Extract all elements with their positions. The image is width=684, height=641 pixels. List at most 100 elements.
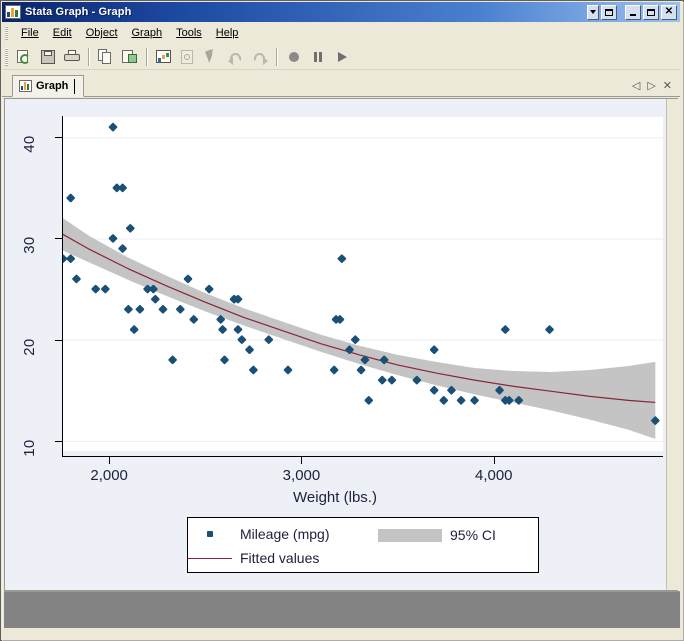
save-graph-button[interactable] xyxy=(37,46,59,68)
redo-button[interactable] xyxy=(249,46,271,68)
save-as-picture-icon xyxy=(122,49,138,65)
title-bar[interactable]: Stata Graph - Graph ✕ xyxy=(2,2,680,22)
toolbar-separator-3 xyxy=(276,47,278,66)
scatter-point xyxy=(66,254,75,263)
scatter-point xyxy=(504,396,514,405)
scatter-point xyxy=(345,345,354,355)
tab-close-icon[interactable]: ✕ xyxy=(663,81,672,92)
scatter-point xyxy=(264,335,274,344)
legend-label-ci: 95% CI xyxy=(450,527,496,543)
pause-button[interactable] xyxy=(307,46,329,68)
menu-item-object[interactable]: Object xyxy=(79,25,125,41)
scatter-point xyxy=(189,315,199,324)
legend-entry-mileage: Mileage (mpg) xyxy=(188,526,329,542)
scatter-point xyxy=(501,325,510,334)
scatter-point xyxy=(126,224,135,233)
pointer-tool-button[interactable] xyxy=(201,46,223,68)
menu-item-file[interactable]: File xyxy=(14,25,46,41)
graph-canvas[interactable]: 102030402,0003,0004,0005,000 Weight (lbs… xyxy=(4,98,678,591)
scatter-point xyxy=(470,396,479,405)
legend-label-fitted: Fitted values xyxy=(240,550,320,566)
stata-bar-chart-icon xyxy=(5,5,21,19)
grid-edit-icon xyxy=(180,49,196,65)
print-graph-button[interactable] xyxy=(61,46,83,68)
graph-surface: 102030402,0003,0004,0005,000 Weight (lbs… xyxy=(5,99,678,590)
scatter-point xyxy=(439,396,449,405)
pointer-tool-icon xyxy=(204,49,220,65)
y-axis-tick xyxy=(55,440,62,442)
menu-item-edit[interactable]: Edit xyxy=(46,25,79,41)
scatter-point xyxy=(456,396,466,405)
maximize-button[interactable] xyxy=(643,4,659,20)
tab-graph[interactable]: Graph xyxy=(12,75,85,97)
scatter-point xyxy=(91,284,100,294)
minimize-button[interactable] xyxy=(625,4,641,20)
scatter-point xyxy=(495,385,504,395)
start-graph-editor-button[interactable] xyxy=(153,46,175,68)
redo-icon xyxy=(252,49,268,65)
legend-marker-key xyxy=(188,531,232,537)
open-graph-icon xyxy=(16,49,32,65)
undo-button[interactable] xyxy=(225,46,247,68)
scatter-point xyxy=(158,305,168,314)
status-bar xyxy=(2,628,680,638)
play-button[interactable] xyxy=(331,46,353,68)
y-axis-tick-label: 40 xyxy=(20,135,38,154)
x-axis-tick-label: 4,000 xyxy=(474,467,513,484)
y-axis-tick-label: 20 xyxy=(20,338,38,356)
close-icon: ✕ xyxy=(664,6,674,17)
graph-tab-icon xyxy=(19,80,32,92)
menu-bar: File Edit Object Graph Tools Help xyxy=(2,23,680,43)
menu-tools-label: Tools xyxy=(176,27,202,39)
record-icon xyxy=(286,49,302,65)
window-controls: ✕ xyxy=(587,4,680,20)
scatter-point xyxy=(135,305,145,314)
scatter-point xyxy=(379,355,389,365)
plot-area xyxy=(63,117,663,451)
menu-item-graph[interactable]: Graph xyxy=(125,25,170,41)
x-axis-tick-label: 2,000 xyxy=(90,467,128,484)
chevron-down-icon xyxy=(590,10,596,14)
undo-icon xyxy=(228,49,244,65)
legend-entry-ci: 95% CI xyxy=(378,527,496,543)
x-axis-tick xyxy=(109,457,111,464)
y-axis-tick xyxy=(55,339,62,341)
menu-object-label: Object xyxy=(85,27,118,39)
open-graph-button[interactable] xyxy=(13,46,35,68)
tab-next-icon[interactable]: ▷ xyxy=(647,81,655,92)
scatter-point xyxy=(176,305,185,314)
close-button[interactable]: ✕ xyxy=(661,4,677,20)
play-icon xyxy=(334,49,350,65)
scatter-point xyxy=(249,365,258,375)
scatter-point xyxy=(118,244,127,253)
scatter-point xyxy=(245,345,254,355)
scatter-point xyxy=(377,375,387,385)
scatter-point xyxy=(356,365,366,375)
grid-edit-button[interactable] xyxy=(177,46,199,68)
scatter-point xyxy=(218,325,227,334)
menu-file-label: File xyxy=(21,27,39,39)
tab-navigation: ◁ ▷ ✕ xyxy=(632,81,680,96)
restore-window-button[interactable] xyxy=(601,4,617,20)
scatter-point xyxy=(183,274,193,284)
tab-prev-icon[interactable]: ◁ xyxy=(632,81,640,92)
scatter-point xyxy=(364,396,374,405)
scatter-point xyxy=(63,254,68,263)
copy-button[interactable] xyxy=(95,46,117,68)
record-button[interactable] xyxy=(283,46,305,68)
scatter-point xyxy=(545,325,554,334)
y-axis-line xyxy=(62,116,63,457)
dropdown-button[interactable] xyxy=(587,4,599,20)
scatter-point xyxy=(651,416,660,425)
save-as-picture-button[interactable] xyxy=(119,46,141,68)
menu-item-tools[interactable]: Tools xyxy=(169,25,209,41)
scatter-point xyxy=(514,396,524,405)
menu-item-help[interactable]: Help xyxy=(209,25,246,41)
scatter-point xyxy=(329,365,339,375)
maximize-icon xyxy=(647,8,655,16)
scatter-point xyxy=(237,335,247,344)
scatter-point xyxy=(233,325,243,334)
legend-label-mileage: Mileage (mpg) xyxy=(240,526,330,542)
scatter-point xyxy=(72,274,81,284)
scatter-point xyxy=(233,294,243,304)
